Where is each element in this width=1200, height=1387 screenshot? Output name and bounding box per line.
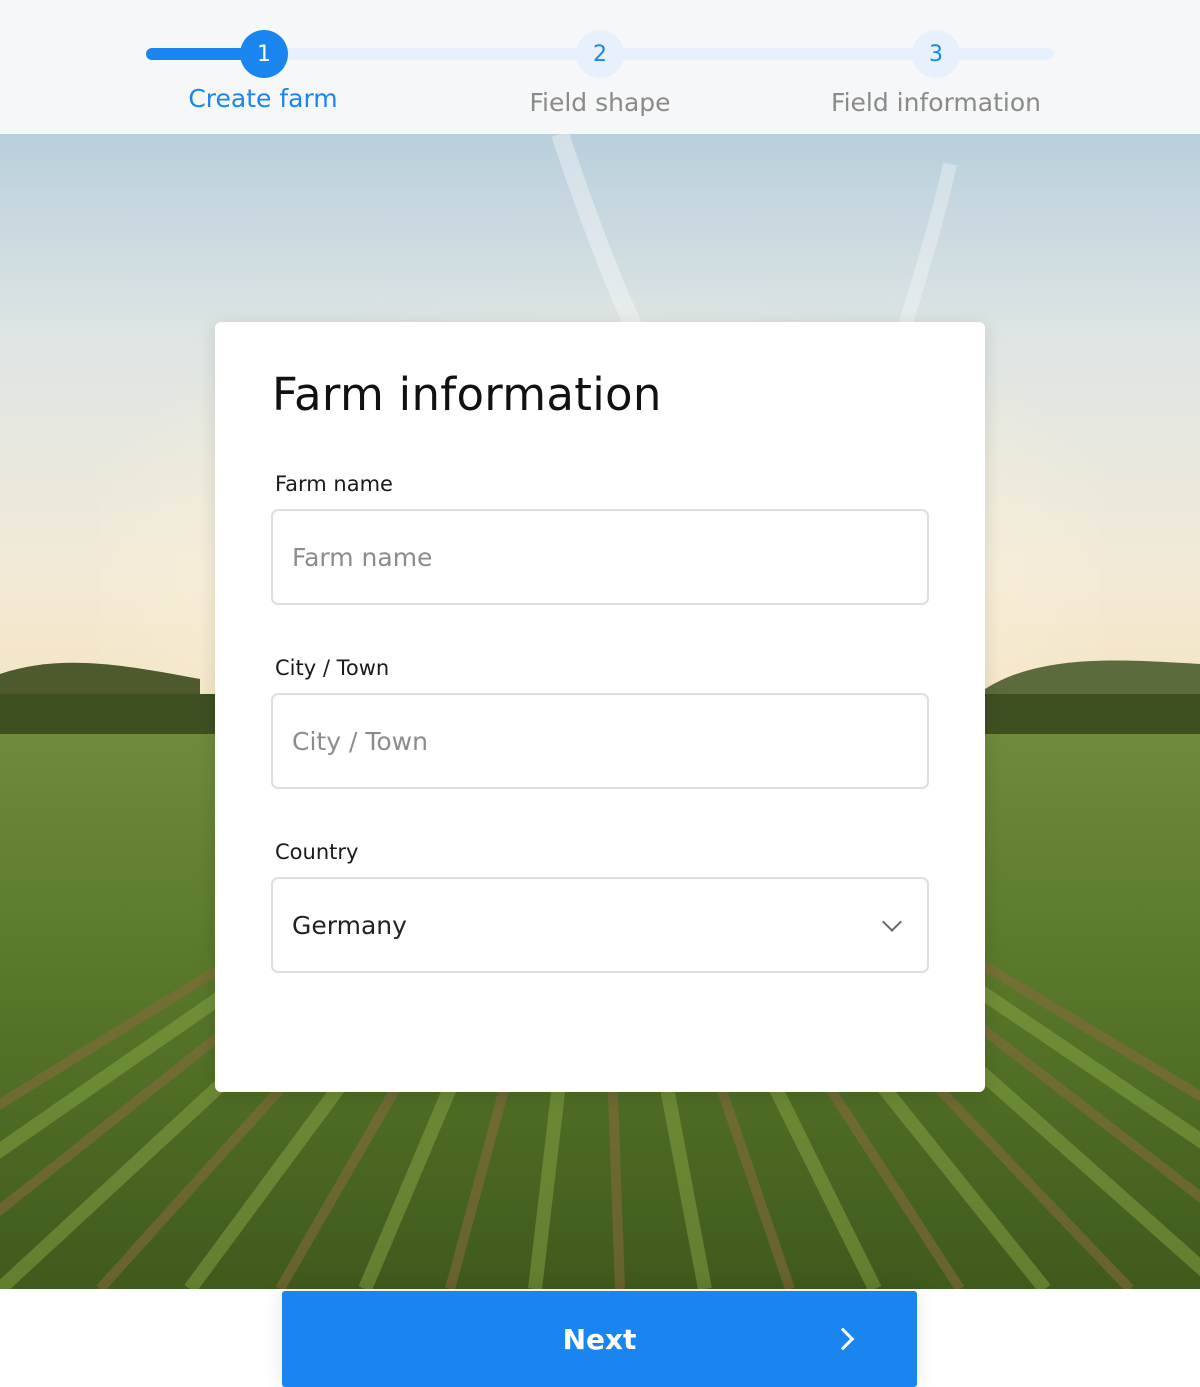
city-town-input[interactable]: City / Town — [271, 693, 929, 789]
progress-stepper: 1 Create farm 2 Field shape 3 Field info… — [0, 0, 1200, 134]
city-town-label: City / Town — [275, 656, 390, 680]
country-selected-value: Germany — [292, 910, 407, 940]
farm-name-input[interactable]: Farm name — [271, 509, 929, 605]
form-title: Farm information — [272, 368, 662, 421]
step-2-indicator[interactable]: 2 — [576, 30, 624, 78]
city-town-placeholder: City / Town — [292, 726, 428, 756]
farm-information-card: Farm information Farm name Farm name Cit… — [215, 322, 985, 1092]
next-button-label: Next — [562, 1322, 637, 1356]
country-label: Country — [275, 840, 359, 864]
chevron-down-icon — [882, 912, 902, 932]
farm-name-label: Farm name — [275, 472, 393, 496]
country-select[interactable]: Germany — [271, 877, 929, 973]
farm-name-placeholder: Farm name — [292, 542, 433, 572]
step-3-label[interactable]: Field information — [786, 88, 1086, 117]
step-1-number: 1 — [257, 41, 271, 67]
next-button[interactable]: Next — [282, 1291, 917, 1387]
step-3-number: 3 — [929, 41, 943, 67]
step-3-indicator[interactable]: 3 — [912, 30, 960, 78]
step-1-indicator[interactable]: 1 — [240, 30, 288, 78]
step-1-label[interactable]: Create farm — [113, 84, 413, 113]
step-2-label[interactable]: Field shape — [450, 88, 750, 117]
step-2-number: 2 — [593, 41, 607, 67]
chevron-right-icon — [831, 1327, 855, 1351]
